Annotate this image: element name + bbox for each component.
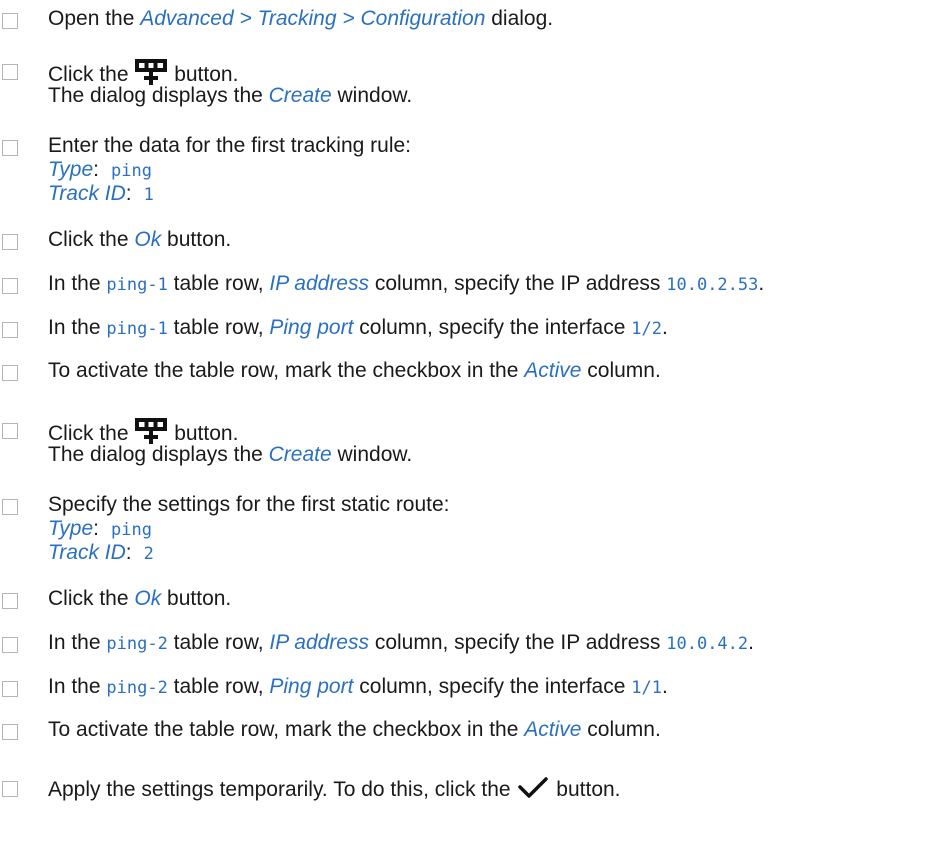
checkmark-icon[interactable]: [516, 774, 550, 807]
step-checkbox[interactable]: [2, 637, 18, 653]
step-checkbox[interactable]: [2, 64, 18, 80]
step-text: To activate the table row, mark the chec…: [48, 359, 661, 382]
step-checkbox[interactable]: [2, 140, 18, 156]
step-subtext: The dialog displays the Create window.: [48, 84, 413, 107]
step-text: In the ping-2 table row, Ping port colum…: [48, 675, 668, 698]
step-text: Apply the settings temporarily. To do th…: [48, 774, 621, 807]
step-subtext: The dialog displays the Create window.: [48, 443, 413, 466]
button-name: Ok: [134, 587, 162, 610]
field-type: Type: ping: [48, 517, 152, 540]
step-checkbox[interactable]: [2, 423, 18, 439]
menu-path: Advanced > Tracking > Configuration: [140, 7, 486, 30]
step-text: In the ping-1 table row, IP address colu…: [48, 272, 765, 295]
step-text: To activate the table row, mark the chec…: [48, 718, 661, 741]
step-text: In the ping-1 table row, Ping port colum…: [48, 316, 668, 339]
step-checkbox[interactable]: [2, 681, 18, 697]
field-track-id: Track ID: 1: [48, 182, 154, 205]
step-text: Enter the data for the first tracking ru…: [48, 134, 412, 157]
step-checkbox[interactable]: [2, 724, 18, 740]
step-checkbox[interactable]: [2, 278, 18, 294]
field-track-id: Track ID: 2: [48, 541, 154, 564]
step-text: Open the Advanced > Tracking > Configura…: [48, 7, 554, 30]
step-checkbox[interactable]: [2, 593, 18, 609]
step-text: Click the Ok button.: [48, 228, 232, 251]
step-checkbox[interactable]: [2, 781, 18, 797]
step-checkbox[interactable]: [2, 365, 18, 381]
window-name: Create: [268, 443, 332, 466]
step-text: In the ping-2 table row, IP address colu…: [48, 631, 754, 654]
step-checkbox[interactable]: [2, 13, 18, 29]
step-checkbox[interactable]: [2, 322, 18, 338]
step-text: Click the Ok button.: [48, 587, 232, 610]
step-text: Specify the settings for the first stati…: [48, 493, 450, 516]
step-checkbox[interactable]: [2, 499, 18, 515]
field-type: Type: ping: [48, 158, 152, 181]
window-name: Create: [268, 84, 332, 107]
button-name: Ok: [134, 228, 162, 251]
step-checkbox[interactable]: [2, 234, 18, 250]
